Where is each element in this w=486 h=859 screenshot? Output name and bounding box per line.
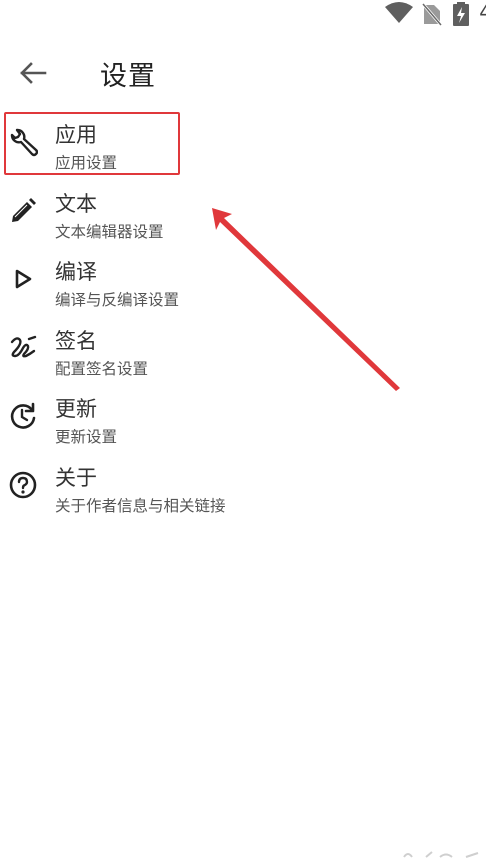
watermark-fragment	[403, 851, 479, 858]
settings-item-title: 关于	[55, 465, 97, 490]
settings-item-text[interactable]: 文本 文本编辑器设置	[0, 182, 486, 251]
page-title: 设置	[100, 61, 156, 92]
update-icon	[8, 401, 38, 431]
settings-item-title: 编译	[55, 260, 97, 284]
settings-item-subtitle: 配置签名设置	[55, 359, 149, 378]
settings-item-compile[interactable]: 编译 编译与反编译设置	[0, 250, 486, 319]
settings-item-subtitle: 文本编辑器设置	[55, 222, 164, 241]
settings-item-subtitle: 更新设置	[55, 428, 118, 446]
signature-icon	[8, 333, 38, 363]
settings-item-app[interactable]: 应用 应用设置	[0, 113, 486, 182]
battery-level-text: 4	[479, 0, 486, 24]
arrow-left-icon	[20, 62, 47, 84]
settings-item-title: 更新	[55, 397, 97, 421]
settings-item-update[interactable]: 更新 更新设置	[0, 387, 486, 456]
pencil-icon	[8, 196, 38, 226]
settings-item-subtitle: 应用设置	[55, 154, 118, 172]
status-bar: 4	[346, 0, 486, 32]
settings-item-title: 应用	[55, 123, 97, 147]
settings-item-subtitle: 关于作者信息与相关链接	[55, 496, 226, 515]
help-circle-icon	[8, 470, 38, 500]
settings-screen: 4 设置 应用 应用设置 文本 文本编辑器设置 编译 编译与反编译设置 签名 配…	[0, 0, 486, 859]
play-outline-icon	[8, 264, 38, 294]
settings-item-about[interactable]: 关于 关于作者信息与相关链接	[0, 456, 486, 525]
settings-list: 应用 应用设置 文本 文本编辑器设置 编译 编译与反编译设置 签名 配置签名设置…	[0, 113, 486, 524]
back-button[interactable]	[10, 50, 56, 96]
no-sim-icon	[421, 2, 443, 30]
wifi-icon	[384, 2, 414, 28]
settings-item-subtitle: 编译与反编译设置	[55, 291, 180, 309]
app-bar: 设置	[0, 40, 486, 104]
wrench-icon	[8, 127, 38, 157]
battery-charging-icon	[452, 2, 470, 30]
settings-item-signature[interactable]: 签名 配置签名设置	[0, 319, 486, 388]
settings-item-title: 文本	[55, 191, 97, 216]
settings-item-title: 签名	[55, 328, 97, 353]
